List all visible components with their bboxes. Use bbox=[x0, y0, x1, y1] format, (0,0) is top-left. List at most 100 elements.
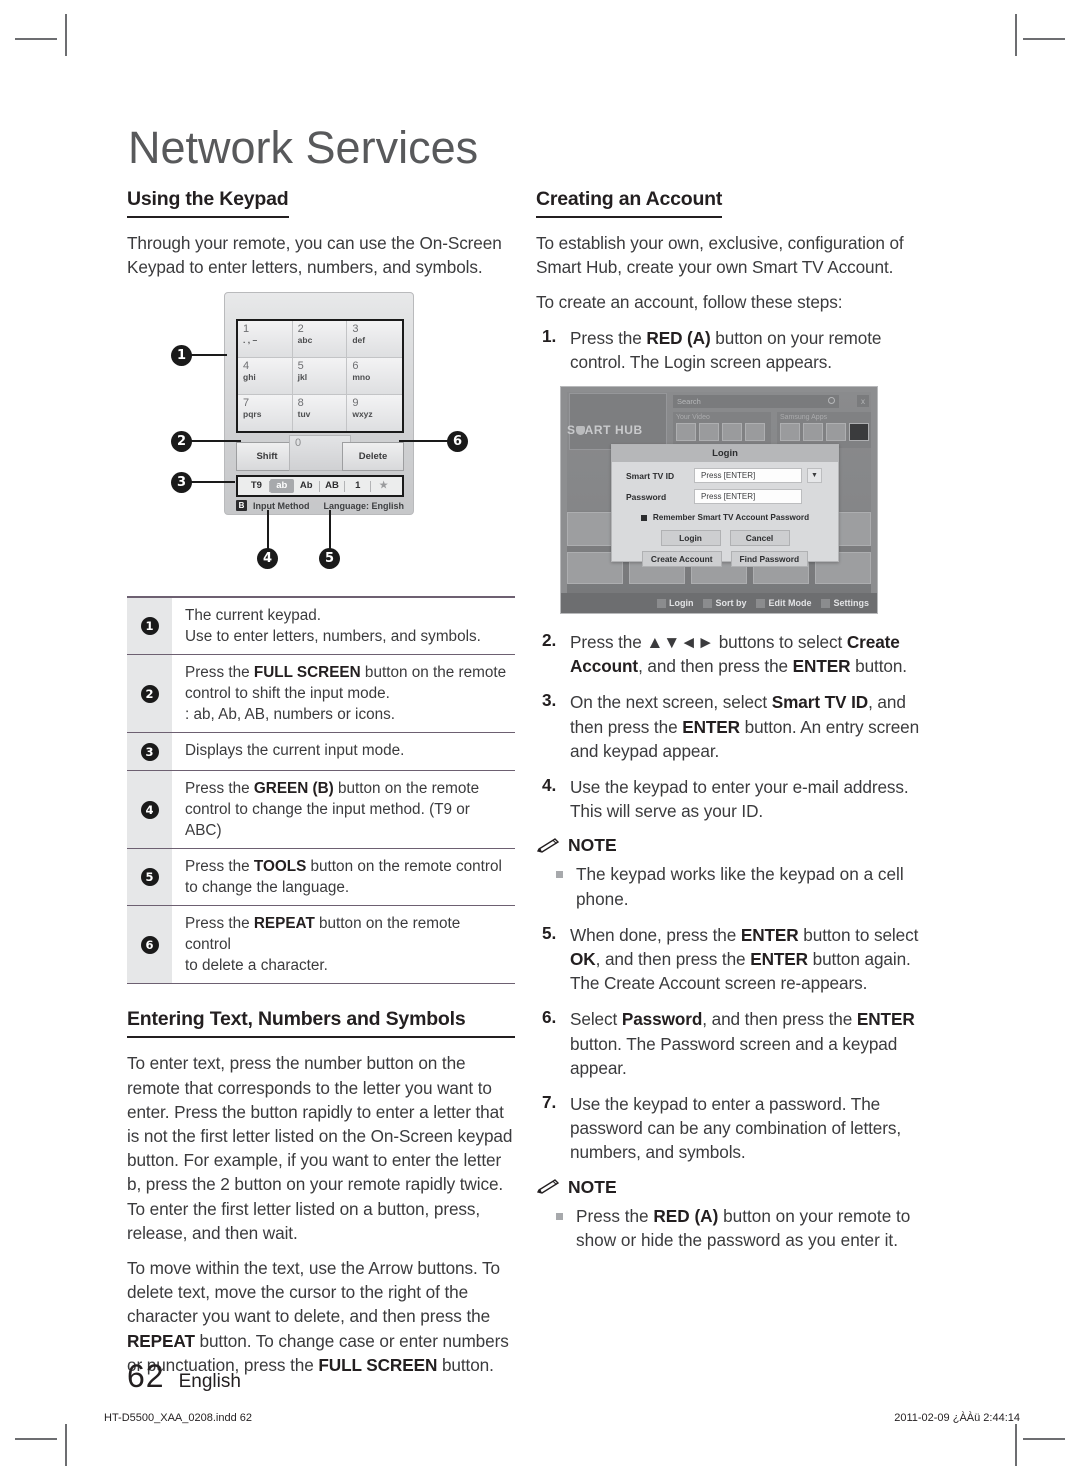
steps-group-a: 1. Press the RED (A) button on your remot… bbox=[536, 326, 936, 374]
password-input[interactable]: Press [ENTER] bbox=[694, 489, 802, 505]
login-button[interactable]: Login bbox=[660, 530, 721, 547]
input-mode-AB[interactable]: AB bbox=[320, 479, 345, 493]
entering-text-para-1: To enter text, press the number button o… bbox=[127, 1053, 513, 1243]
legend-number-cell: 6 bbox=[127, 906, 172, 984]
note-text: Press the RED (A) button on your remote … bbox=[576, 1205, 911, 1250]
input-mode-star[interactable]: ★ bbox=[371, 479, 396, 493]
note-bullet-icon bbox=[556, 862, 576, 910]
input-mode-ab[interactable]: ab bbox=[269, 479, 294, 494]
tv-bottom-bar: Login Sort by Edit Mode Settings bbox=[561, 593, 877, 614]
tv-bottom-bar-label: Edit Mode bbox=[768, 598, 812, 609]
tv-search-field[interactable]: Search bbox=[673, 395, 839, 409]
numbered-step: 5. When done, press the ENTER button to s… bbox=[536, 923, 936, 996]
thumbnail[interactable] bbox=[745, 423, 765, 442]
keypad-key-9[interactable]: 9 wxyz bbox=[347, 394, 402, 432]
keypad-key-number: 2 bbox=[297, 323, 304, 336]
shield-icon bbox=[575, 426, 585, 436]
keypad-key-8[interactable]: 8 tuv bbox=[292, 394, 348, 432]
step-text: Use the keypad to enter your e-mail addr… bbox=[570, 777, 909, 822]
step-text: Press the RED (A) button on your remote … bbox=[570, 327, 882, 372]
keypad-delete-button[interactable]: Delete bbox=[342, 442, 404, 472]
close-icon[interactable]: x bbox=[857, 395, 869, 408]
thumbnail[interactable] bbox=[803, 423, 823, 442]
smart-tv-id-label: Smart TV ID bbox=[626, 470, 675, 481]
legend-number-cell: 5 bbox=[127, 849, 172, 906]
legend-number: 1 bbox=[140, 617, 159, 636]
thumbnail[interactable] bbox=[780, 423, 800, 442]
keypad-key-7[interactable]: 7 pqrs bbox=[238, 394, 293, 432]
keypad-key-1[interactable]: 1. , – bbox=[238, 321, 293, 359]
your-video-thumbnails bbox=[676, 423, 765, 442]
note-item: Press the RED (A) button on your remote … bbox=[536, 1204, 936, 1252]
login-dialog-title: Login bbox=[612, 445, 838, 463]
using-keypad-intro: Through your remote, you can use the On-… bbox=[127, 233, 502, 278]
samsung-apps-panel[interactable]: Samsung Apps bbox=[777, 412, 871, 449]
keypad-key-6[interactable]: 6 mno bbox=[347, 358, 402, 395]
input-mode-Ab[interactable]: Ab bbox=[294, 479, 319, 493]
color-key-icon bbox=[703, 598, 713, 608]
section-heading-creating-an-account: Creating an Account bbox=[536, 188, 722, 218]
keypad-key-letters: ghi bbox=[243, 372, 256, 383]
keypad-key-2[interactable]: 2 abc bbox=[292, 321, 348, 359]
callout-3: 3 bbox=[171, 472, 192, 494]
tv-bottom-bar-item-sort-by[interactable]: Sort by bbox=[703, 598, 746, 608]
smart-tv-id-input[interactable]: Press [ENTER] bbox=[694, 468, 802, 484]
keypad-key-4[interactable]: 4 ghi bbox=[238, 358, 293, 395]
thumbnail[interactable] bbox=[826, 423, 846, 442]
password-label: Password bbox=[626, 491, 667, 502]
legend-row: 6 Press the REPEAT button on the remote c… bbox=[127, 906, 515, 985]
keypad-key-letters: tuv bbox=[297, 408, 311, 419]
note-item: The keypad works like the keypad on a ce… bbox=[536, 862, 936, 910]
note-block-1: NOTE The keypad works like the keypad on… bbox=[536, 835, 936, 910]
samsung-apps-thumbnails bbox=[780, 423, 869, 442]
callout-leader-3 bbox=[191, 481, 235, 484]
left-column: Using the Keypad Through your remote, yo… bbox=[127, 188, 515, 1388]
legend-number: 5 bbox=[140, 868, 159, 887]
callout-leader-5 bbox=[329, 510, 331, 551]
your-video-panel[interactable]: Your Video bbox=[673, 412, 771, 449]
tv-bottom-bar-item-edit-mode[interactable]: Edit Mode bbox=[756, 598, 811, 608]
tv-bottom-bar-item-settings[interactable]: Settings bbox=[821, 598, 869, 608]
input-mode-1[interactable]: 1 bbox=[345, 479, 370, 493]
numbered-step: 4. Use the keypad to enter your e-mail ad… bbox=[536, 775, 936, 823]
keypad-key-5[interactable]: 5 jkl bbox=[292, 358, 348, 395]
callout-2: 2 bbox=[171, 431, 192, 453]
callout-1: 1 bbox=[171, 345, 192, 367]
find-password-button[interactable]: Find Password bbox=[730, 551, 809, 568]
smart-tv-id-row: Smart TV ID Press [ENTER] ▼ bbox=[626, 468, 838, 484]
cancel-button[interactable]: Cancel bbox=[729, 530, 790, 547]
chapter-title: Network Services bbox=[128, 122, 479, 173]
step-text: When done, press the ENTER button to sel… bbox=[570, 924, 919, 994]
legend-row: 4 Press the GREEN (B) button on the remot… bbox=[127, 771, 515, 850]
input-mode-T9[interactable]: T9 bbox=[244, 479, 269, 493]
thumbnail[interactable] bbox=[849, 423, 869, 442]
keypad-key-number: 9 bbox=[352, 396, 359, 409]
keypad-key-number: 1 bbox=[243, 323, 250, 336]
thumbnail[interactable] bbox=[676, 423, 696, 442]
keypad-key-3[interactable]: 3 def bbox=[347, 321, 402, 359]
keypad-shell: 1. , –2 abc 3 def 4 ghi 5 jkl 6 mno 7 pqrs 8 tuv 9 wxyz… bbox=[224, 292, 414, 516]
step-number: 7. bbox=[542, 1092, 557, 1113]
note-text: The keypad works like the keypad on a ce… bbox=[576, 864, 904, 909]
legend-number: 4 bbox=[140, 800, 159, 819]
keypad-key-number: 4 bbox=[243, 360, 250, 373]
legend-row: 5 Press the TOOLS button on the remote co… bbox=[127, 849, 515, 907]
step-text: Press the ▲▼◄► buttons to select Create … bbox=[570, 632, 907, 677]
keypad-key-letters: wxyz bbox=[352, 408, 373, 419]
remember-password-checkbox[interactable]: Remember Smart TV Account Password bbox=[612, 513, 838, 522]
thumbnail[interactable] bbox=[722, 423, 742, 442]
thumbnail[interactable] bbox=[699, 423, 719, 442]
note-1-heading: NOTE bbox=[536, 835, 936, 856]
page-language: English bbox=[178, 1371, 241, 1392]
chevron-down-icon[interactable]: ▼ bbox=[807, 468, 822, 484]
legend-text-cell: Press the TOOLS button on the remote con… bbox=[185, 858, 502, 897]
create-account-button[interactable]: Create Account bbox=[641, 551, 722, 568]
numbered-step: 1. Press the RED (A) button on your remot… bbox=[536, 326, 936, 374]
legend-text-cell: Press the GREEN (B) button on the remote… bbox=[185, 780, 480, 840]
legend-text-cell: Press the FULL SCREEN button on the remo… bbox=[185, 664, 507, 724]
keypad-footer: B Input Method Language: English bbox=[236, 500, 408, 512]
legend-text-cell: Press the REPEAT button on the remote co… bbox=[185, 915, 461, 975]
keypad-key-number: 6 bbox=[352, 360, 359, 373]
legend-number: 3 bbox=[140, 742, 159, 761]
tv-bottom-bar-item-login[interactable]: Login bbox=[656, 598, 693, 608]
